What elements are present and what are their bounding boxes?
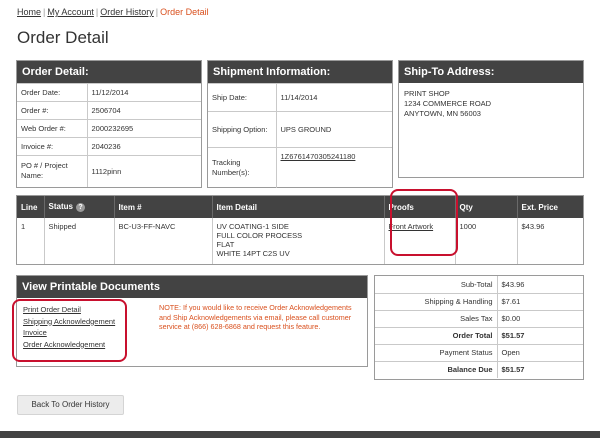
balance-due-value: $51.57 bbox=[501, 365, 525, 375]
item-detail-line: FULL COLOR PROCESS bbox=[216, 231, 303, 240]
col-item-detail: Item Detail bbox=[212, 196, 385, 218]
shipping-option-value: UPS GROUND bbox=[276, 111, 392, 148]
proofs-highlight bbox=[390, 189, 458, 256]
ship-to-line: ANYTOWN, MN 56003 bbox=[404, 109, 481, 118]
item-detail-line: UV COATING-1 SIDE bbox=[216, 222, 289, 231]
invoice-value: 2040236 bbox=[87, 137, 201, 156]
col-qty: Qty bbox=[455, 196, 518, 218]
ship-to-heading: Ship-To Address: bbox=[399, 61, 583, 83]
col-ext-price: Ext. Price bbox=[517, 196, 583, 218]
sales-tax-value: $0.00 bbox=[497, 310, 583, 328]
status-cell: Shipped bbox=[44, 218, 115, 264]
back-to-order-history-button[interactable]: Back To Order History bbox=[17, 395, 124, 415]
order-date-row: Order Date: 11/12/2014 bbox=[17, 83, 201, 102]
breadcrumb-my-account-link[interactable]: My Account bbox=[47, 7, 94, 17]
table-row: 1 Shipped BC-U3-FF-NAVC UV COATING-1 SID… bbox=[17, 218, 583, 264]
sales-tax-row: Sales Tax $0.00 bbox=[375, 310, 583, 328]
subtotal-label: Sub-Total bbox=[375, 276, 498, 294]
tracking-number-link[interactable]: 1Z6761470305241180 bbox=[281, 152, 356, 161]
email-note: NOTE: If you would like to receive Order… bbox=[159, 303, 352, 331]
breadcrumb-order-history-link[interactable]: Order History bbox=[100, 7, 154, 17]
breadcrumb-home-link[interactable]: Home bbox=[17, 7, 41, 17]
shipping-value: $7.61 bbox=[497, 293, 583, 311]
ship-date-label: Ship Date: bbox=[208, 83, 277, 112]
breadcrumb-separator: | bbox=[95, 7, 99, 17]
col-status: Status? bbox=[44, 196, 115, 218]
line-cell: 1 bbox=[17, 218, 45, 264]
tracking-label: Tracking Number(s): bbox=[208, 147, 277, 188]
help-icon[interactable]: ? bbox=[75, 202, 85, 212]
item-detail-cell: UV COATING-1 SIDE FULL COLOR PROCESS FLA… bbox=[212, 218, 385, 264]
breadcrumb-separator: | bbox=[43, 7, 46, 17]
invoice-label: Invoice #: bbox=[17, 137, 88, 156]
order-items-table: Line Status? Item # Item Detail Proofs Q… bbox=[16, 195, 584, 265]
ship-to-address: PRINT SHOP 1234 COMMERCE ROAD ANYTOWN, M… bbox=[399, 83, 583, 125]
web-order-label: Web Order #: bbox=[17, 119, 88, 138]
item-number-cell: BC-U3-FF-NAVC bbox=[114, 218, 213, 264]
balance-due-label: Balance Due bbox=[375, 361, 498, 378]
web-order-value: 2000232695 bbox=[87, 119, 201, 138]
shipping-option-label: Shipping Option: bbox=[208, 111, 277, 148]
payment-status-value: Open bbox=[497, 344, 583, 362]
order-total-label: Order Total bbox=[375, 327, 498, 345]
shipment-table: Ship Date: 11/14/2014 Shipping Option: U… bbox=[208, 83, 392, 188]
item-detail-line: FLAT bbox=[216, 240, 235, 249]
ship-to-line: 1234 COMMERCE ROAD bbox=[404, 99, 492, 108]
breadcrumb: Home | My Account | Order History | Order Deta… bbox=[17, 7, 209, 17]
documents-heading: View Printable Documents bbox=[17, 276, 367, 298]
ship-to-line: PRINT SHOP bbox=[404, 89, 450, 98]
breadcrumb-current: Order Detail bbox=[160, 7, 209, 17]
totals-table: Sub-Total $43.96 Shipping & Handling $7.… bbox=[374, 275, 584, 380]
tracking-row: Tracking Number(s): 1Z6761470305241180 bbox=[208, 147, 392, 188]
sales-tax-label: Sales Tax bbox=[375, 310, 498, 328]
po-label: PO # / Project Name: bbox=[17, 155, 88, 187]
po-row: PO # / Project Name: 1112pinn bbox=[17, 155, 201, 187]
web-order-row: Web Order #: 2000232695 bbox=[17, 119, 201, 138]
ship-date-value: 11/14/2014 bbox=[276, 83, 392, 112]
payment-status-label: Payment Status bbox=[375, 344, 498, 362]
order-number-value: 2506704 bbox=[87, 101, 201, 120]
col-status-label: Status bbox=[48, 202, 73, 212]
invoice-row: Invoice #: 2040236 bbox=[17, 137, 201, 156]
payment-status-row: Payment Status Open bbox=[375, 344, 583, 362]
page-title: Order Detail bbox=[17, 28, 109, 47]
po-value: 1112pinn bbox=[87, 155, 201, 187]
ship-to-panel: Ship-To Address: PRINT SHOP 1234 COMMERC… bbox=[398, 60, 584, 178]
col-line: Line bbox=[17, 196, 45, 218]
order-total-row: Order Total $51.57 bbox=[375, 327, 583, 345]
qty-cell: 1000 bbox=[455, 218, 518, 264]
tracking-cell: 1Z6761470305241180 bbox=[276, 147, 392, 188]
order-total-value: $51.57 bbox=[497, 327, 583, 345]
items-header-row: Line Status? Item # Item Detail Proofs Q… bbox=[17, 196, 583, 218]
order-detail-table: Order Date: 11/12/2014 Order #: 2506704 … bbox=[17, 83, 201, 187]
documents-highlight bbox=[12, 299, 127, 362]
footer-bar bbox=[0, 431, 600, 438]
subtotal-value: $43.96 bbox=[497, 276, 583, 294]
item-detail-line: WHITE 14PT C2S UV bbox=[216, 249, 290, 258]
shipping-option-row: Shipping Option: UPS GROUND bbox=[208, 111, 392, 148]
order-detail-panel: Order Detail: Order Date: 11/12/2014 Ord… bbox=[16, 60, 202, 188]
order-number-row: Order #: 2506704 bbox=[17, 101, 201, 120]
price-cell: $43.96 bbox=[521, 222, 545, 231]
col-item: Item # bbox=[114, 196, 213, 218]
order-number-label: Order #: bbox=[17, 101, 88, 120]
ship-date-row: Ship Date: 11/14/2014 bbox=[208, 83, 392, 112]
breadcrumb-separator: | bbox=[155, 7, 159, 17]
balance-due-row: Balance Due $51.57 bbox=[375, 361, 583, 378]
subtotal-row: Sub-Total $43.96 bbox=[375, 276, 583, 294]
shipment-heading: Shipment Information: bbox=[208, 61, 392, 83]
order-date-value: 11/12/2014 bbox=[87, 83, 201, 102]
order-detail-heading: Order Detail: bbox=[17, 61, 201, 83]
shipment-panel: Shipment Information: Ship Date: 11/14/2… bbox=[207, 60, 393, 188]
shipping-label: Shipping & Handling bbox=[375, 293, 498, 311]
shipping-row: Shipping & Handling $7.61 bbox=[375, 293, 583, 311]
order-date-label: Order Date: bbox=[17, 83, 88, 102]
